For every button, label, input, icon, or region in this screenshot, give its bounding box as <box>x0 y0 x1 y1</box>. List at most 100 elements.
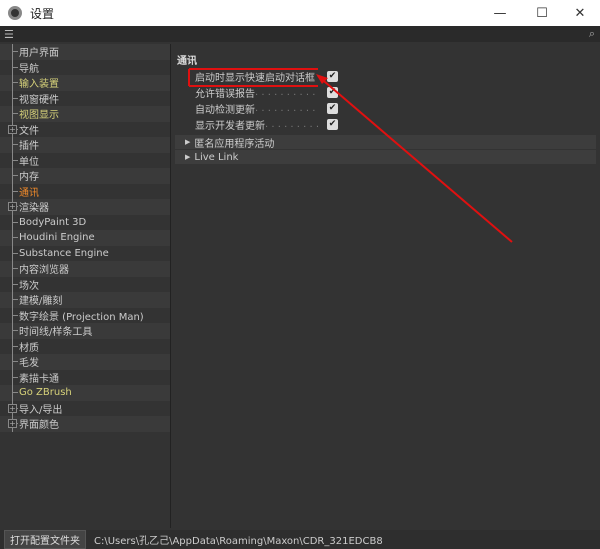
sidebar-item-label: 数字绘景 (Projection Man) <box>19 311 144 323</box>
tree-line <box>12 113 18 114</box>
sidebar-item[interactable]: 单位 <box>0 152 170 168</box>
tree-line <box>12 97 18 99</box>
tree-line <box>12 175 18 176</box>
sidebar-item-label: 渲染器 <box>19 203 49 215</box>
sidebar-item-label: 内容浏览器 <box>19 265 69 277</box>
sidebar-item-label: 界面颜色 <box>19 420 59 432</box>
sidebar-item[interactable]: 内存 <box>0 168 170 184</box>
option-label: 允许错误报告 <box>195 89 255 100</box>
tree-line <box>12 330 18 331</box>
checkbox[interactable]: ✔ <box>327 87 338 98</box>
checkbox[interactable]: ✔ <box>327 71 338 82</box>
sidebar-item-label: 素描卡通 <box>19 373 59 385</box>
section-title: 通讯 <box>177 56 197 67</box>
expand-triangle-icon: ▶ <box>185 153 191 161</box>
option-label: 显示开发者更新 <box>195 121 265 132</box>
sidebar: 用户界面 导航 输入装置 视窗硬件 视图显示 + 文件 插件 单位 内存 通讯 + 渲染器 BodyPai… <box>0 44 171 528</box>
sidebar-item[interactable]: 输入装置 <box>0 75 170 91</box>
search-icon[interactable]: ⌕ <box>589 27 595 41</box>
option-row: 允许错误报告 . . . . . . . . . . ✔ <box>195 85 338 100</box>
tree-line <box>12 190 18 192</box>
sidebar-item[interactable]: 视图显示 <box>0 106 170 122</box>
app-logo-icon <box>8 6 22 20</box>
sidebar-item[interactable]: 插件 <box>0 137 170 153</box>
sidebar-item[interactable]: 用户界面 <box>0 44 170 60</box>
sidebar-item-label: 导航 <box>19 63 39 75</box>
sidebar-item[interactable]: 时间线/样条工具 <box>0 323 170 339</box>
sidebar-item[interactable]: 建模/雕刻 <box>0 292 170 308</box>
group-anonymous-activity[interactable]: ▶ 匿名应用程序活动 <box>175 135 596 150</box>
sidebar-item[interactable]: + 界面颜色 <box>0 416 170 432</box>
tree-line <box>12 376 18 378</box>
sidebar-item-label: 内存 <box>19 172 39 184</box>
sidebar-item-label: 材质 <box>19 342 39 354</box>
sidebar-item-label: BodyPaint 3D <box>19 216 87 228</box>
tree-line <box>12 66 18 68</box>
tree-line <box>12 237 18 238</box>
config-path: C:\Users\孔乙己\AppData\Roaming\Maxon\CDR_3… <box>94 536 383 547</box>
sidebar-item-label: 建模/雕刻 <box>19 296 63 308</box>
sidebar-item-label: Substance Engine <box>19 247 109 259</box>
sidebar-item[interactable]: 视窗硬件 <box>0 90 170 106</box>
sidebar-item[interactable]: + 导入/导出 <box>0 400 170 416</box>
expand-plus-icon[interactable]: + <box>8 124 17 134</box>
tree-line <box>12 361 18 362</box>
sidebar-item-label: Houdini Engine <box>19 232 95 244</box>
close-button[interactable]: ✕ <box>560 0 600 26</box>
minimize-button[interactable]: — <box>480 0 520 26</box>
option-row: 启动时显示快速启动对话框 ✔ <box>195 69 338 84</box>
sidebar-item[interactable]: 导航 <box>0 59 170 75</box>
sidebar-item[interactable]: 内容浏览器 <box>0 261 170 277</box>
sidebar-item-label: 时间线/样条工具 <box>19 327 93 339</box>
expand-plus-icon[interactable]: + <box>8 403 17 413</box>
menu-icon[interactable]: ☰ <box>4 28 14 41</box>
sidebar-item-label: 用户界面 <box>19 48 59 60</box>
group-live-link[interactable]: ▶ Live Link <box>175 150 596 164</box>
dot-leader: . . . . . . . . . . <box>255 87 316 98</box>
sidebar-item[interactable]: 材质 <box>0 338 170 354</box>
sidebar-item[interactable]: 数字绘景 (Projection Man) <box>0 307 170 323</box>
expand-plus-icon[interactable]: + <box>8 419 17 428</box>
maximize-button[interactable]: ☐ <box>522 0 562 26</box>
tree-line <box>12 283 18 285</box>
toolbar: ☰ ⌕ <box>0 26 600 42</box>
tree-line <box>12 82 18 83</box>
sidebar-item[interactable]: + 渲染器 <box>0 199 170 215</box>
group-label: Live Link <box>194 151 239 163</box>
sidebar-item-label: 单位 <box>19 156 39 168</box>
tree-line <box>12 314 18 316</box>
sidebar-item[interactable]: 场次 <box>0 276 170 292</box>
expand-triangle-icon: ▶ <box>185 138 191 146</box>
dot-leader: . . . . . . . . . . <box>255 103 316 114</box>
settings-panel: 通讯 启动时显示快速启动对话框 ✔ 允许错误报告 . . . . . . . . .… <box>175 44 600 528</box>
sidebar-item-label: 插件 <box>19 141 39 153</box>
tree-line <box>12 252 18 254</box>
tree-line <box>12 159 18 161</box>
option-label: 自动检测更新 <box>195 105 255 116</box>
sidebar-item[interactable]: Go ZBrush <box>0 385 170 401</box>
sidebar-item[interactable]: 素描卡通 <box>0 369 170 385</box>
sidebar-item[interactable]: 毛发 <box>0 354 170 370</box>
title-bar: 设置 — ☐ ✕ <box>0 0 600 26</box>
open-config-folder-button[interactable]: 打开配置文件夹 <box>4 530 86 549</box>
tree-line <box>12 268 18 269</box>
option-row: 显示开发者更新 . . . . . . . . . . ✔ <box>195 117 338 132</box>
checkbox[interactable]: ✔ <box>327 103 338 114</box>
sidebar-item-label: 视窗硬件 <box>19 94 59 106</box>
dot-leader: . . . . . . . . . . <box>265 119 320 130</box>
sidebar-item[interactable]: BodyPaint 3D <box>0 214 170 230</box>
sidebar-item[interactable]: Houdini Engine <box>0 230 170 246</box>
sidebar-item-label: Go ZBrush <box>19 387 72 399</box>
sidebar-item[interactable]: Substance Engine <box>0 245 170 261</box>
sidebar-item[interactable]: 通讯 <box>0 183 170 199</box>
sidebar-item-label: 输入装置 <box>19 79 59 91</box>
tree-line <box>12 345 18 347</box>
group-label: 匿名应用程序活动 <box>194 138 275 150</box>
sidebar-item-label: 通讯 <box>19 187 39 199</box>
sidebar-item[interactable]: + 文件 <box>0 121 170 137</box>
tree-line <box>12 392 18 393</box>
tree-line <box>12 51 18 52</box>
checkbox[interactable]: ✔ <box>327 119 338 130</box>
sidebar-item-label: 导入/导出 <box>19 404 63 416</box>
expand-plus-icon[interactable]: + <box>8 202 17 211</box>
